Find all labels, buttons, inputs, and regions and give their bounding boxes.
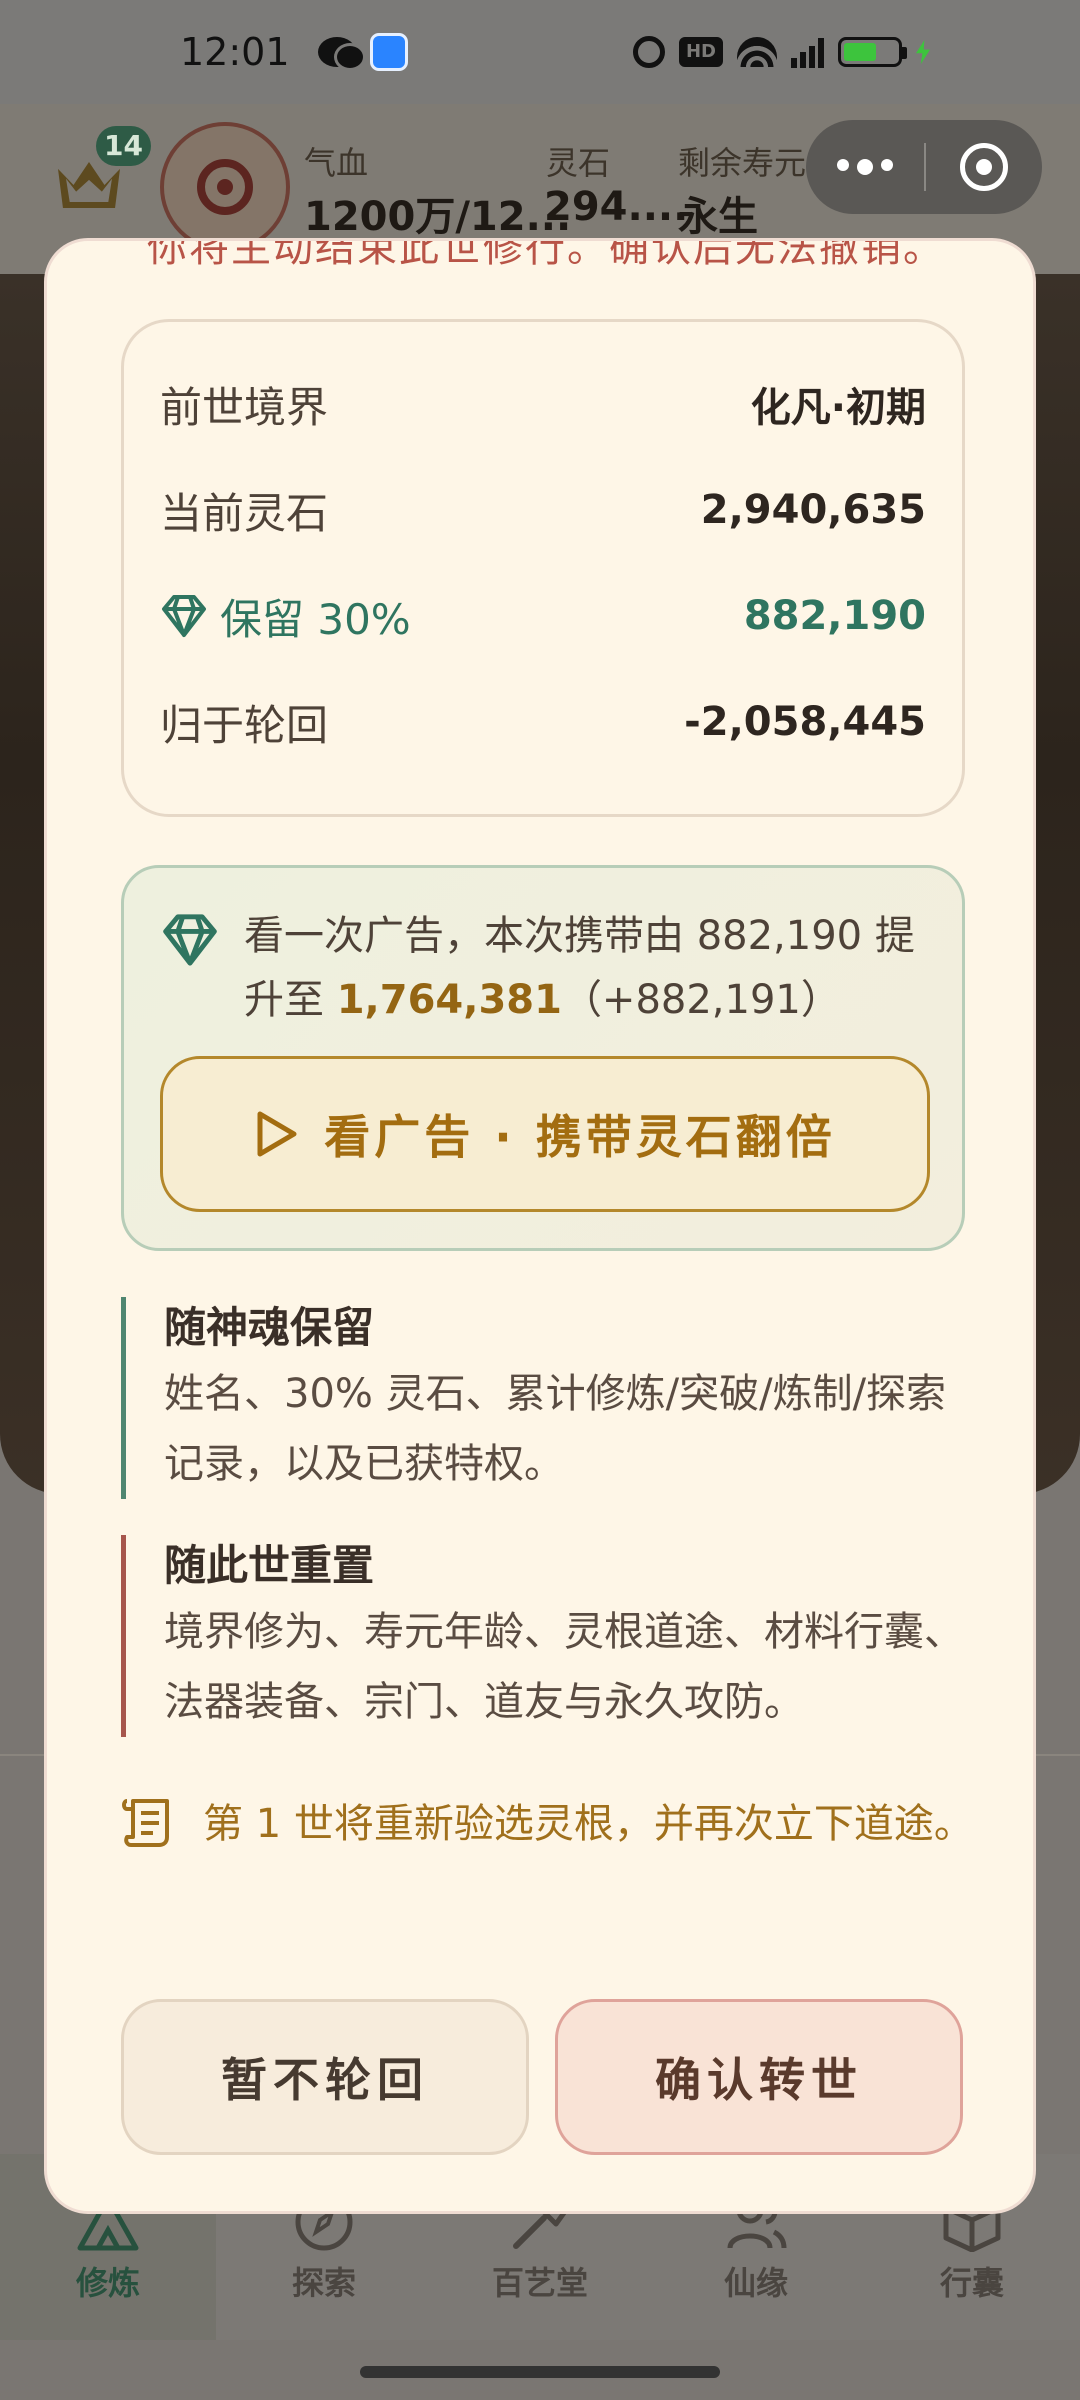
- play-icon: [257, 1111, 297, 1157]
- diamond-icon: [163, 914, 217, 966]
- keep-section-body: 姓名、30% 灵石、累计修炼/突破/炼制/探索记录，以及已获特权。: [164, 1371, 947, 1487]
- summary-label-keep: 保留 30%: [160, 586, 411, 647]
- tab-label: 探索: [291, 2264, 356, 2302]
- status-time: 12:01: [180, 30, 290, 74]
- stat-hp: 气血 1200万/12...: [304, 138, 571, 242]
- summary-label: 前世境界: [160, 382, 329, 432]
- reset-section-body: 境界修为、寿元年龄、灵根道途、材料行囊、法器装备、宗门、道友与永久攻防。: [164, 1609, 964, 1725]
- status-bar: 12:01 HD: [0, 0, 1080, 104]
- note-text: 第 1 世将重新验选灵根，并再次立下道途。: [203, 1801, 974, 1847]
- tab-label: 仙缘: [723, 2264, 788, 2302]
- ad-bonus-amount: 1,764,381: [336, 977, 562, 1023]
- level-badge: 14: [96, 126, 151, 166]
- hd-icon: HD: [678, 37, 723, 67]
- reincarnation-summary: 前世境界 化凡·初期 当前灵石 2,940,635 保留 30% 882,190…: [121, 319, 965, 817]
- stat-hp-label: 气血: [304, 144, 369, 182]
- summary-value: 2,940,635: [700, 487, 926, 533]
- stat-stone-value: 294....: [544, 184, 689, 230]
- reincarnation-dialog: 你将主动结束此世修行。确认后无法撤销。 前世境界 化凡·初期 当前灵石 2,94…: [44, 238, 1036, 2214]
- stat-lifespan-label: 剩余寿元: [678, 144, 807, 182]
- summary-keep-label-text: 保留 30%: [220, 594, 411, 644]
- signal-icon: [791, 36, 824, 68]
- miniprogram-capsule: [806, 120, 1042, 214]
- battery-icon: [838, 37, 907, 67]
- more-icon[interactable]: [806, 159, 924, 175]
- stat-lifespan: 剩余寿元 永生: [678, 138, 806, 242]
- summary-row-keep: 保留 30% 882,190: [160, 586, 926, 646]
- charging-icon: [916, 40, 930, 64]
- summary-value: 化凡·初期: [750, 385, 926, 431]
- tab-label: 行囊: [939, 2264, 1004, 2302]
- watch-ad-label: 看广告 · 携带灵石翻倍: [324, 1110, 836, 1164]
- close-miniprogram-icon[interactable]: [926, 143, 1042, 191]
- stat-stone-label: 灵石: [546, 144, 611, 182]
- confirm-reincarnation-button[interactable]: 确认转世: [555, 1999, 963, 2155]
- summary-row-lost: 归于轮回 -2,058,445: [160, 692, 926, 752]
- ad-bonus-text: 看一次广告，本次携带由 882,190 提升至 1,764,381（+882,1…: [244, 913, 915, 1023]
- ad-bonus-panel: 看一次广告，本次携带由 882,190 提升至 1,764,381（+882,1…: [121, 865, 965, 1251]
- home-indicator[interactable]: [360, 2366, 720, 2378]
- watch-ad-button[interactable]: 看广告 · 携带灵石翻倍: [160, 1056, 930, 1212]
- dharma-wheel-icon: [197, 159, 253, 215]
- tab-label: 修炼: [75, 2264, 140, 2302]
- reincarnation-note: 第 1 世将重新验选灵根，并再次立下道途。: [121, 1789, 981, 1859]
- cancel-button[interactable]: 暂不轮回: [121, 1999, 529, 2155]
- reset-section: 随此世重置 境界修为、寿元年龄、灵根道途、材料行囊、法器装备、宗门、道友与永久攻…: [121, 1535, 981, 1737]
- app-notification-icon: [369, 33, 408, 71]
- summary-value: 882,190: [743, 593, 926, 639]
- wifi-icon: [737, 37, 777, 67]
- reset-section-title: 随此世重置: [164, 1541, 375, 1590]
- summary-label: 当前灵石: [160, 488, 329, 538]
- stat-spirit-stone: 灵石 294....: [544, 138, 688, 230]
- alarm-icon: [632, 36, 665, 68]
- scroll-icon: [122, 1799, 169, 1847]
- summary-value: -2,058,445: [684, 699, 926, 745]
- stat-lifespan-value: 永生: [678, 194, 758, 240]
- summary-row-stones: 当前灵石 2,940,635: [160, 480, 926, 540]
- keep-section: 随神魂保留 姓名、30% 灵石、累计修炼/突破/炼制/探索记录，以及已获特权。: [121, 1297, 981, 1499]
- diamond-icon: [162, 595, 206, 637]
- summary-label: 归于轮回: [160, 700, 329, 750]
- wechat-icon: [317, 37, 366, 71]
- avatar[interactable]: [160, 122, 290, 252]
- keep-section-title: 随神魂保留: [164, 1303, 375, 1352]
- dialog-warning-text: 你将主动结束此世修行。确认后无法撤销。: [147, 238, 945, 271]
- summary-row-realm: 前世境界 化凡·初期: [160, 374, 926, 434]
- tab-label: 百艺堂: [491, 2264, 588, 2302]
- stat-hp-value: 1200万/12...: [304, 194, 572, 240]
